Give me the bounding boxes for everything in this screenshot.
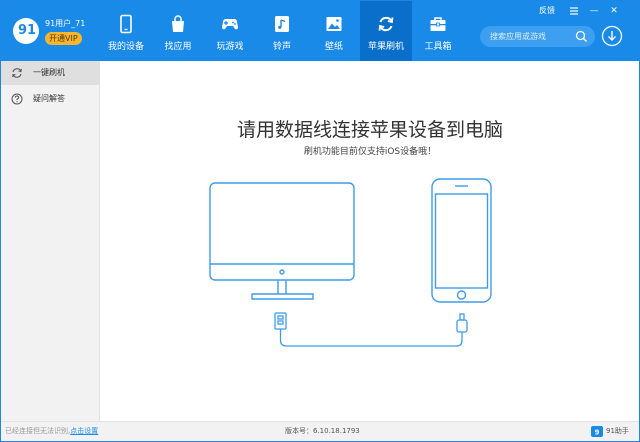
usb-cable-icon: [274, 312, 468, 347]
search-box: [480, 26, 595, 47]
app-logo[interactable]: 91: [13, 18, 39, 44]
nav-label: 工具箱: [424, 42, 452, 52]
sidebar: 一键刷机 疑问解答: [1, 61, 100, 421]
feedback-link[interactable]: 反馈: [539, 5, 555, 17]
page-subtitle: 刷机功能目前仅支持iOS设备哦！: [303, 147, 437, 157]
nav-label: 找应用: [164, 42, 192, 52]
image-icon: [326, 17, 342, 31]
close-button[interactable]: ✕: [607, 5, 621, 17]
connection-notice-text: 已经连接但无法识别,: [5, 427, 71, 435]
nav-my-devices[interactable]: 我的设备: [100, 1, 152, 61]
nav-ringtones[interactable]: 铃声: [256, 1, 308, 61]
user-name[interactable]: 91用户_71: [45, 19, 85, 29]
refresh-icon: [12, 68, 22, 78]
download-icon[interactable]: [601, 25, 623, 47]
nav-label: 玩游戏: [216, 42, 244, 52]
sidebar-item-label: 一键刷机: [33, 68, 65, 77]
nav-games[interactable]: 玩游戏: [204, 1, 256, 61]
settings-link[interactable]: 点击设置: [70, 427, 98, 435]
menu-icon[interactable]: [567, 5, 581, 17]
nav-wallpapers[interactable]: 壁纸: [308, 1, 360, 61]
search-icon[interactable]: [575, 30, 588, 43]
brand-logo-icon: 9: [591, 426, 603, 437]
brand: 9 91助手: [591, 425, 629, 438]
sidebar-item-one-click-flash[interactable]: 一键刷机: [1, 61, 100, 85]
connect-illustration: [209, 178, 492, 347]
iphone-icon: [431, 178, 492, 303]
sidebar-item-faq[interactable]: 疑问解答: [1, 87, 100, 111]
page-title: 请用数据线连接苹果设备到电脑: [236, 119, 503, 141]
monitor-icon: [209, 182, 355, 300]
toolbox-icon: [430, 17, 446, 31]
connection-notice: 已经连接但无法识别,点击设置: [5, 426, 98, 437]
brand-name: 91助手: [606, 427, 629, 435]
question-icon: [11, 93, 23, 105]
main-content: 请用数据线连接苹果设备到电脑 刷机功能目前仅支持iOS设备哦！: [101, 61, 639, 421]
sidebar-item-label: 疑问解答: [33, 94, 65, 103]
bag-icon: [172, 15, 184, 32]
search-input[interactable]: [490, 30, 570, 43]
music-icon: [275, 16, 289, 32]
nav-find-apps[interactable]: 找应用: [152, 1, 204, 61]
nav-ios-flash[interactable]: 苹果刷机: [360, 1, 412, 61]
main-nav: 我的设备 找应用 玩游戏 铃声 壁纸 苹果刷机 工具箱: [100, 1, 464, 61]
nav-label: 苹果刷机: [367, 42, 404, 52]
vip-badge[interactable]: 开通VIP: [45, 32, 82, 45]
app-window: 91 91用户_71 开通VIP 我的设备 找应用 玩游戏 铃声 壁纸 苹果刷机…: [0, 0, 640, 442]
nav-label: 铃声: [272, 42, 291, 52]
nav-label: 我的设备: [107, 42, 144, 52]
nav-label: 壁纸: [324, 42, 343, 52]
logo-mark: 91: [18, 23, 37, 38]
version-label: 版本号：6.10.18.1793: [285, 427, 360, 435]
status-bar: 已经连接但无法识别,点击设置 版本号：6.10.18.1793 9 91助手: [1, 421, 639, 441]
gamepad-icon: [222, 19, 238, 30]
nav-toolbox[interactable]: 工具箱: [412, 1, 464, 61]
phone-icon: [120, 14, 132, 34]
header-bar: 91 91用户_71 开通VIP 我的设备 找应用 玩游戏 铃声 壁纸 苹果刷机…: [1, 1, 639, 61]
refresh-icon: [378, 16, 394, 32]
window-controls: 反馈 — ✕: [539, 5, 627, 17]
minimize-button[interactable]: —: [587, 5, 601, 17]
svg-text:9: 9: [595, 429, 600, 437]
